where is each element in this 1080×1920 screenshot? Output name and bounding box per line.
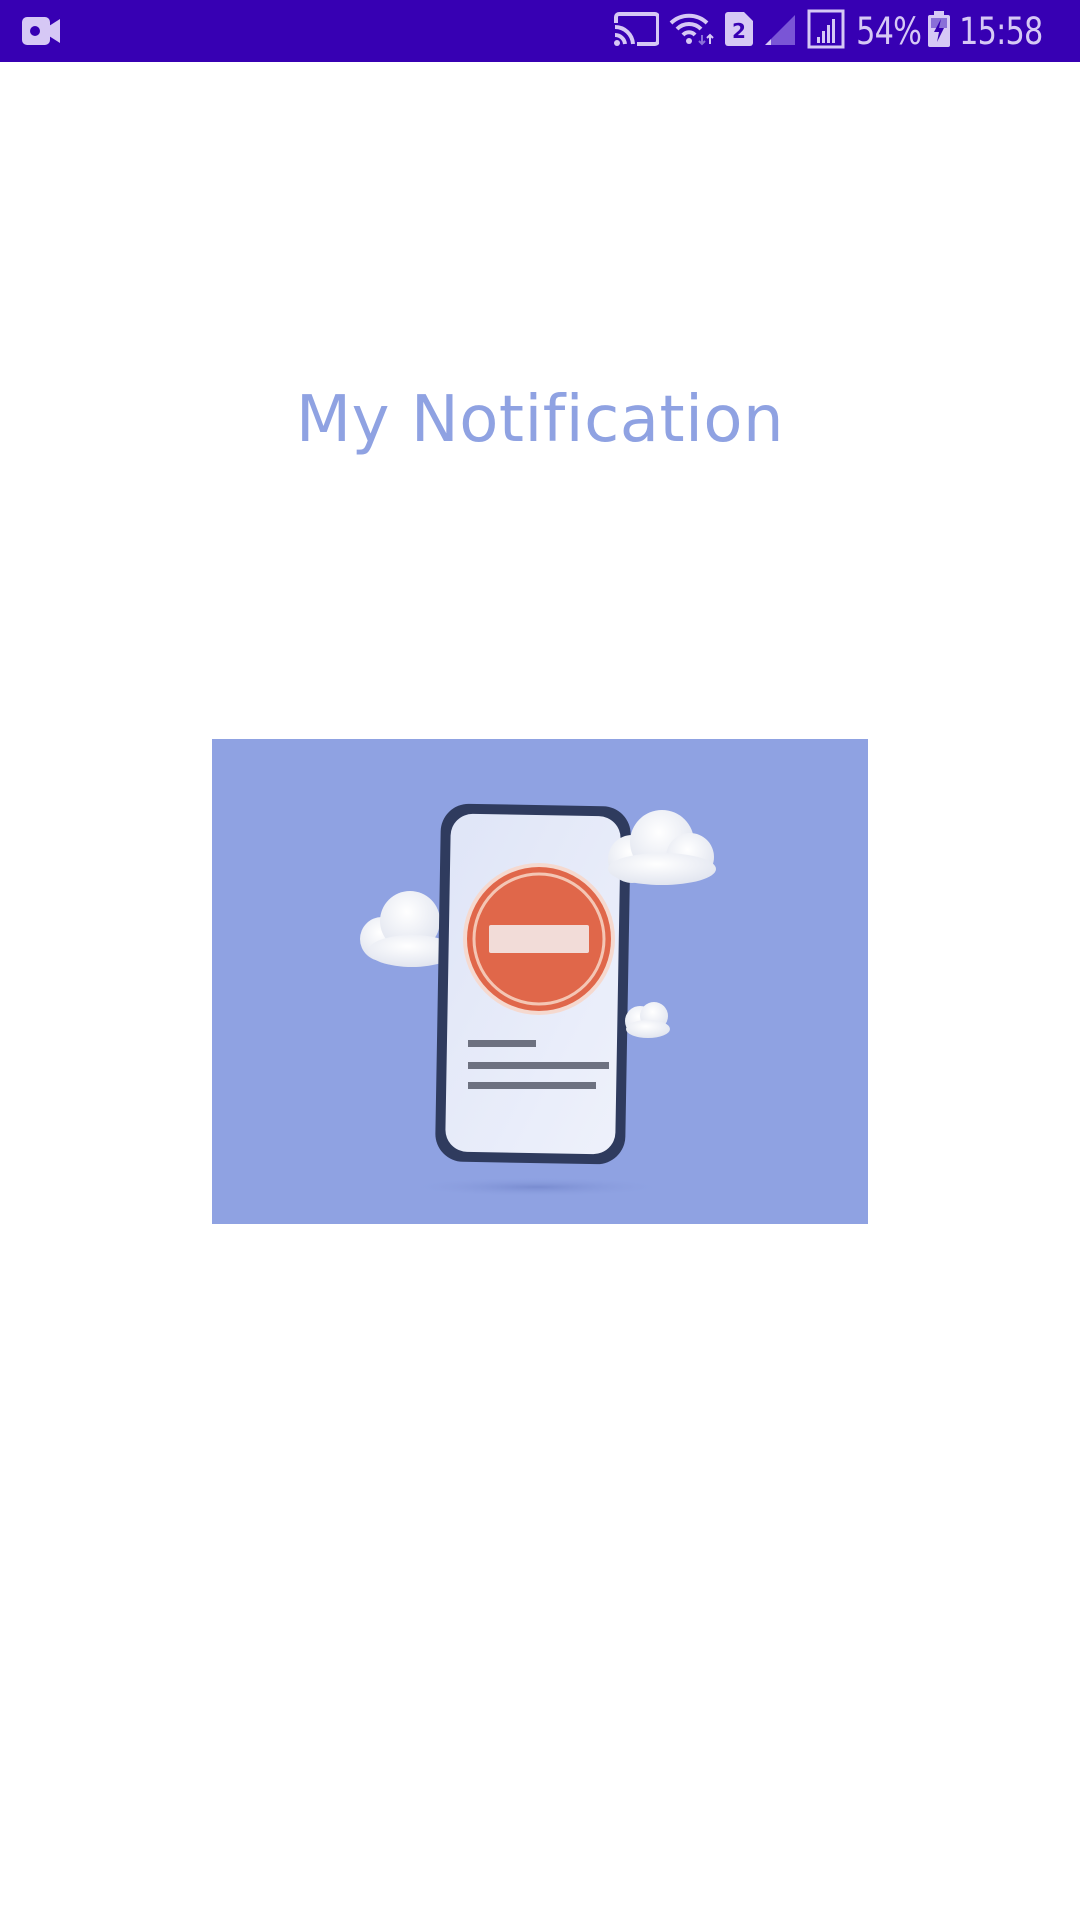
- screen-record-icon: [22, 14, 62, 48]
- svg-text:2: 2: [732, 19, 746, 43]
- sim2-icon: 2: [725, 11, 754, 51]
- wifi-icon: [669, 11, 715, 52]
- battery-percent: 54%: [856, 9, 922, 53]
- signal-sim2-icon: [807, 9, 845, 54]
- page-title: My Notification: [295, 383, 785, 457]
- signal-sim1-icon: [763, 11, 797, 52]
- cloud-small-right: [625, 1002, 670, 1038]
- battery-charging-icon: [928, 10, 951, 52]
- status-bar: 2 54% 15:58: [0, 0, 1080, 62]
- text-line-2: [468, 1062, 609, 1069]
- text-line-3: [468, 1082, 596, 1089]
- phone-illustration: [435, 803, 631, 1165]
- phone-shadow: [407, 1177, 667, 1197]
- notification-blocked-illustration: [212, 739, 868, 1224]
- no-entry-sign-icon: [463, 863, 615, 1015]
- clock: 15:58: [959, 9, 1044, 53]
- text-line-1: [468, 1040, 536, 1047]
- cast-icon: [613, 11, 661, 52]
